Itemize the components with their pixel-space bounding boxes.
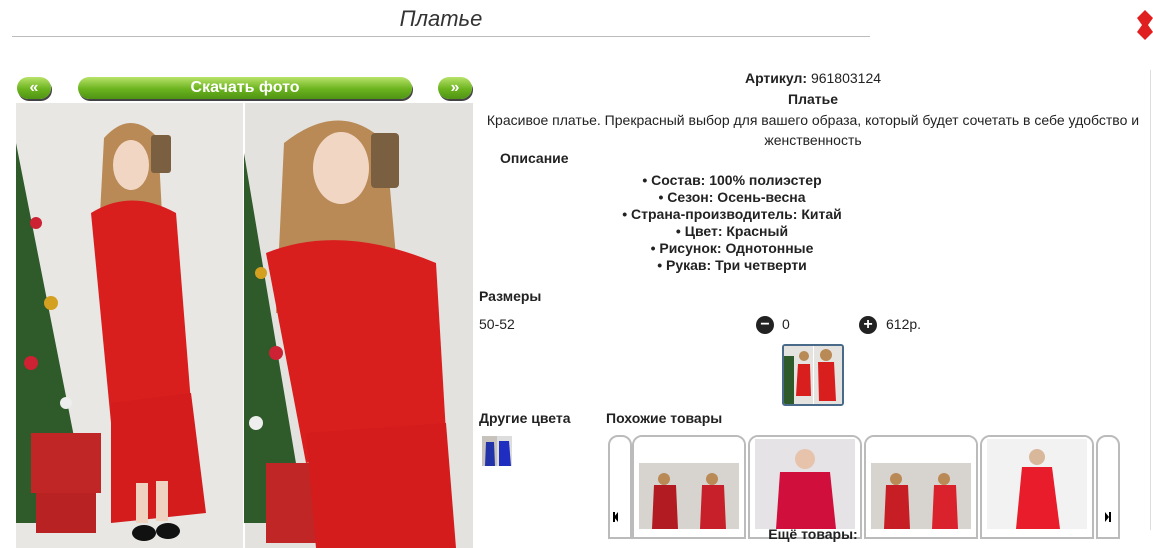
spec-item: Цвет: Красный	[476, 223, 988, 240]
minus-icon[interactable]: −	[756, 316, 774, 334]
plus-icon[interactable]: +	[859, 316, 877, 334]
similar-item[interactable]	[632, 435, 746, 539]
price-value: 612р.	[886, 316, 922, 332]
spec-item: Страна-производитель: Китай	[476, 206, 988, 223]
product-description: Красивое платье. Прекрасный выбор для ва…	[486, 112, 1140, 148]
specs-list: Состав: 100% полиэстер Сезон: Осень-весн…	[476, 172, 988, 274]
article-value: 961803124	[810, 70, 882, 86]
carousel-prev-button[interactable]	[608, 435, 632, 539]
photo-thumbnail[interactable]	[782, 344, 844, 406]
other-colors-heading: Другие цвета	[479, 410, 571, 426]
spec-item: Рисунок: Однотонные	[476, 240, 988, 257]
size-row: 50-52 − 0 + 612р.	[479, 316, 1139, 334]
download-photo-button[interactable]: Скачать фото	[78, 77, 412, 99]
quantity-value: 0	[782, 316, 790, 332]
article: Артикул: 961803124	[476, 70, 1150, 86]
other-color-thumbnail[interactable]	[482, 436, 512, 466]
sizes-heading: Размеры	[479, 288, 542, 304]
divider	[1150, 70, 1151, 530]
product-name: Платье	[788, 91, 838, 107]
carousel-next-button[interactable]	[1096, 435, 1120, 539]
similar-carousel	[608, 435, 1120, 539]
spec-item: Рукав: Три четверти	[476, 257, 988, 274]
more-products-label: Ещё товары:	[768, 526, 858, 542]
next-photo-button[interactable]: »	[438, 77, 472, 99]
prev-photo-button[interactable]: «	[17, 77, 51, 99]
product-photo	[16, 103, 473, 548]
page-title: Платье	[12, 6, 870, 37]
article-label: Артикул:	[744, 70, 808, 86]
size-value: 50-52	[479, 316, 515, 332]
spec-item: Сезон: Осень-весна	[476, 189, 988, 206]
close-icon[interactable]	[1137, 10, 1153, 40]
similar-item[interactable]	[980, 435, 1094, 539]
similar-item[interactable]	[748, 435, 862, 539]
similar-item[interactable]	[864, 435, 978, 539]
similar-heading: Похожие товары	[606, 410, 723, 426]
spec-item: Состав: 100% полиэстер	[476, 172, 988, 189]
specs-heading: Описание	[500, 150, 569, 166]
